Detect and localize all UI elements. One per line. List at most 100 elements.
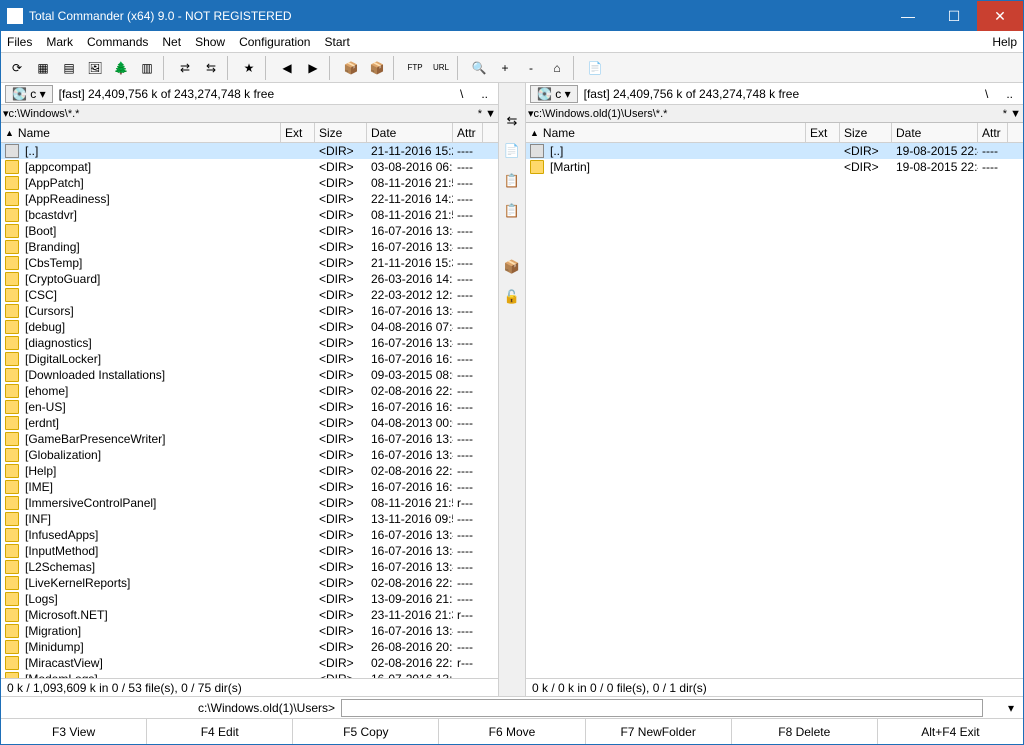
file-row[interactable]: [INF]<DIR>13-11-2016 09:59---- xyxy=(1,511,498,527)
left-filelist[interactable]: [..]<DIR>21-11-2016 15:29----[appcompat]… xyxy=(1,143,498,678)
right-col-name[interactable]: ▲Name xyxy=(526,123,806,142)
file-row[interactable]: [debug]<DIR>04-08-2016 07:49---- xyxy=(1,319,498,335)
file-row[interactable]: [MiracastView]<DIR>02-08-2016 22:16r--- xyxy=(1,655,498,671)
toolbar-swap2-button[interactable]: ⇆ xyxy=(199,56,223,80)
file-row[interactable]: [Boot]<DIR>16-07-2016 13:47---- xyxy=(1,223,498,239)
maximize-button[interactable]: ☐ xyxy=(931,1,977,31)
file-row[interactable]: [diagnostics]<DIR>16-07-2016 13:47---- xyxy=(1,335,498,351)
right-filelist[interactable]: [..]<DIR>19-08-2015 22:46----[Martin]<DI… xyxy=(526,143,1023,678)
file-row[interactable]: [AppPatch]<DIR>08-11-2016 21:55---- xyxy=(1,175,498,191)
file-row[interactable]: [AppReadiness]<DIR>22-11-2016 14:28---- xyxy=(1,191,498,207)
close-button[interactable]: ✕ xyxy=(977,1,1023,31)
file-row[interactable]: [en-US]<DIR>16-07-2016 16:14---- xyxy=(1,399,498,415)
toolbar-select-button[interactable]: + xyxy=(493,56,517,80)
toolbar-grid3-button[interactable]: ▥ xyxy=(135,56,159,80)
file-row[interactable]: [CbsTemp]<DIR>21-11-2016 15:30---- xyxy=(1,255,498,271)
menu-commands[interactable]: Commands xyxy=(87,35,148,49)
right-up-button[interactable]: .. xyxy=(1000,87,1019,101)
file-row[interactable]: [bcastdvr]<DIR>08-11-2016 21:55---- xyxy=(1,207,498,223)
toolbar-pack2-button[interactable]: 📦 xyxy=(365,56,389,80)
right-col-date[interactable]: Date xyxy=(892,123,978,142)
menu-help[interactable]: Help xyxy=(992,35,1017,49)
fnkey-f8[interactable]: F8 Delete xyxy=(732,719,878,744)
menu-show[interactable]: Show xyxy=(195,35,225,49)
fnkey-f3[interactable]: F3 View xyxy=(1,719,147,744)
toolbar-notepad-button[interactable]: 📄 xyxy=(583,56,607,80)
file-row[interactable]: [ModemLogs]<DIR>16-07-2016 13:47---- xyxy=(1,671,498,678)
menu-files[interactable]: Files xyxy=(7,35,32,49)
toolbar-tree-button[interactable]: 🌲 xyxy=(109,56,133,80)
file-row[interactable]: [DigitalLocker]<DIR>16-07-2016 16:14---- xyxy=(1,351,498,367)
toolbar-unselect-button[interactable]: - xyxy=(519,56,543,80)
file-row[interactable]: [ehome]<DIR>02-08-2016 22:19---- xyxy=(1,383,498,399)
toolbar-url-button[interactable]: URL xyxy=(429,56,453,80)
file-row[interactable]: [appcompat]<DIR>03-08-2016 06:27---- xyxy=(1,159,498,175)
file-row[interactable]: [Downloaded Installations]<DIR>09-03-201… xyxy=(1,367,498,383)
file-row[interactable]: [CryptoGuard]<DIR>26-03-2016 14:24---- xyxy=(1,271,498,287)
fnkey-alt+f4[interactable]: Alt+F4 Exit xyxy=(878,719,1023,744)
mid-button-2[interactable]: 📋 xyxy=(502,171,522,191)
file-row[interactable]: [Microsoft.NET]<DIR>23-11-2016 21:39r--- xyxy=(1,607,498,623)
toolbar-refresh-button[interactable]: ⟳ xyxy=(5,56,29,80)
right-col-size[interactable]: Size xyxy=(840,123,892,142)
toolbar-star-button[interactable]: ★ xyxy=(237,56,261,80)
file-row[interactable]: [GameBarPresenceWriter]<DIR>16-07-2016 1… xyxy=(1,431,498,447)
file-row[interactable]: [Branding]<DIR>16-07-2016 13:47---- xyxy=(1,239,498,255)
mid-button-6[interactable]: 🔓 xyxy=(502,287,522,307)
file-row[interactable]: [InfusedApps]<DIR>16-07-2016 13:47---- xyxy=(1,527,498,543)
file-row[interactable]: [Help]<DIR>02-08-2016 22:19---- xyxy=(1,463,498,479)
fnkey-f7[interactable]: F7 NewFolder xyxy=(586,719,732,744)
right-col-ext[interactable]: Ext xyxy=(806,123,840,142)
right-drive-button[interactable]: 💽 c ▾ xyxy=(530,85,578,103)
mid-button-5[interactable]: 📦 xyxy=(502,257,522,277)
toolbar-fwd-button[interactable]: ▶ xyxy=(301,56,325,80)
left-col-ext[interactable]: Ext xyxy=(281,123,315,142)
file-row[interactable]: [..]<DIR>21-11-2016 15:29---- xyxy=(1,143,498,159)
fnkey-f6[interactable]: F6 Move xyxy=(439,719,585,744)
left-col-attr[interactable]: Attr xyxy=(453,123,483,142)
right-col-attr[interactable]: Attr xyxy=(978,123,1008,142)
toolbar-swap-button[interactable]: ⇄ xyxy=(173,56,197,80)
mid-button-3[interactable]: 📋 xyxy=(502,201,522,221)
left-col-name[interactable]: ▲Name xyxy=(1,123,281,142)
toolbar-picture-button[interactable]: 🖼 xyxy=(83,56,107,80)
right-path-controls[interactable]: * ▼ xyxy=(1003,108,1021,120)
left-path-controls[interactable]: * ▼ xyxy=(478,108,496,120)
menu-start[interactable]: Start xyxy=(324,35,349,49)
file-row[interactable]: [Cursors]<DIR>16-07-2016 13:47---- xyxy=(1,303,498,319)
fnkey-f5[interactable]: F5 Copy xyxy=(293,719,439,744)
mid-button-1[interactable]: 📄 xyxy=(502,141,522,161)
mid-button-0[interactable]: ⇆ xyxy=(502,111,522,131)
toolbar-grid2-button[interactable]: ▤ xyxy=(57,56,81,80)
file-row[interactable]: [ImmersiveControlPanel]<DIR>08-11-2016 2… xyxy=(1,495,498,511)
toolbar-dir-button[interactable]: ⌂ xyxy=(545,56,569,80)
file-row[interactable]: [InputMethod]<DIR>16-07-2016 13:47---- xyxy=(1,543,498,559)
menu-configuration[interactable]: Configuration xyxy=(239,35,310,49)
file-row[interactable]: [LiveKernelReports]<DIR>02-08-2016 22:19… xyxy=(1,575,498,591)
file-row[interactable]: [Minidump]<DIR>26-08-2016 20:25---- xyxy=(1,639,498,655)
file-row[interactable]: [CSC]<DIR>22-03-2012 12:53---- xyxy=(1,287,498,303)
menu-net[interactable]: Net xyxy=(162,35,181,49)
command-history-dropdown[interactable]: ▾ xyxy=(1003,701,1019,715)
command-input[interactable] xyxy=(341,699,983,717)
left-col-size[interactable]: Size xyxy=(315,123,367,142)
toolbar-grid1-button[interactable]: ▦ xyxy=(31,56,55,80)
toolbar-back-button[interactable]: ◀ xyxy=(275,56,299,80)
left-root-button[interactable]: \ xyxy=(454,87,469,101)
file-row[interactable]: [Globalization]<DIR>16-07-2016 13:47---- xyxy=(1,447,498,463)
left-drive-button[interactable]: 💽 c ▾ xyxy=(5,85,53,103)
file-row[interactable]: [IME]<DIR>16-07-2016 16:14---- xyxy=(1,479,498,495)
file-row[interactable]: [..]<DIR>19-08-2015 22:46---- xyxy=(526,143,1023,159)
left-col-date[interactable]: Date xyxy=(367,123,453,142)
toolbar-find-button[interactable]: 🔍 xyxy=(467,56,491,80)
right-root-button[interactable]: \ xyxy=(979,87,994,101)
toolbar-ftp-button[interactable]: FTP xyxy=(403,56,427,80)
file-row[interactable]: [L2Schemas]<DIR>16-07-2016 13:47---- xyxy=(1,559,498,575)
file-row[interactable]: [Logs]<DIR>13-09-2016 21:50---- xyxy=(1,591,498,607)
toolbar-pack1-button[interactable]: 📦 xyxy=(339,56,363,80)
fnkey-f4[interactable]: F4 Edit xyxy=(147,719,293,744)
left-up-button[interactable]: .. xyxy=(475,87,494,101)
right-pathbar[interactable]: ▾ c:\Windows.old(1)\Users\*.** ▼ xyxy=(526,105,1023,123)
menu-mark[interactable]: Mark xyxy=(46,35,73,49)
minimize-button[interactable]: — xyxy=(885,1,931,31)
